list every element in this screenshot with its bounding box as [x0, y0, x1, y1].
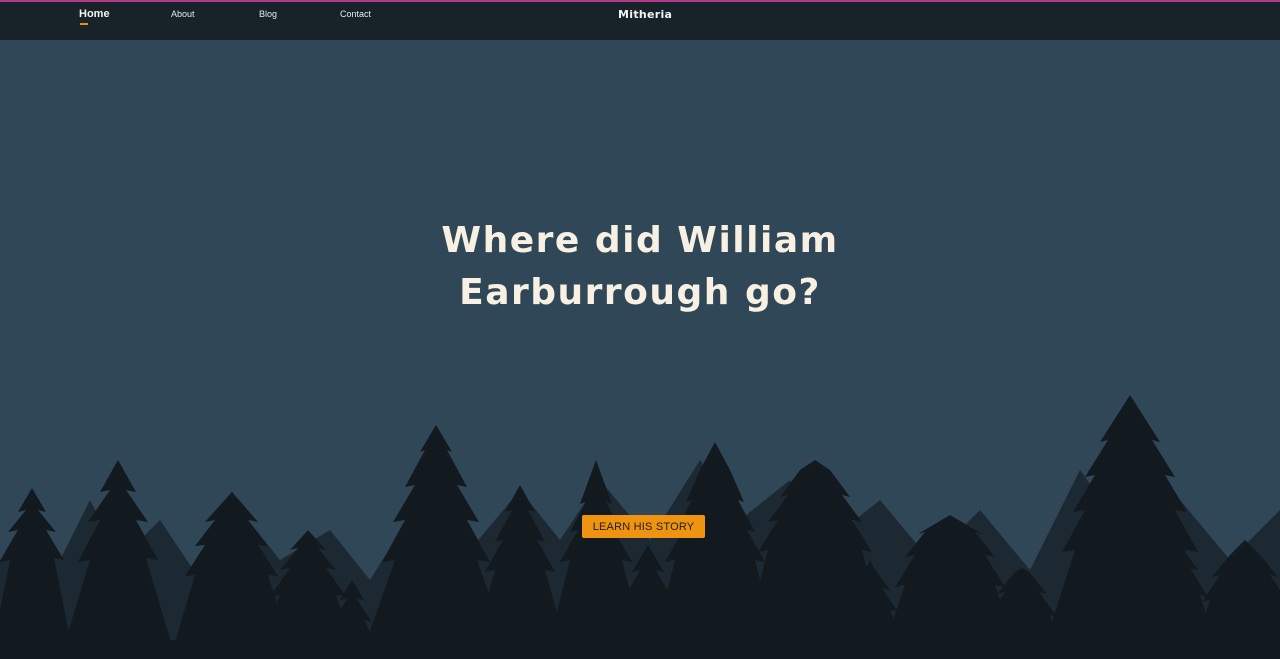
- hero-title-line-2: Earburrough go?: [459, 272, 821, 313]
- nav-link-about[interactable]: About: [171, 9, 195, 19]
- nav-link-home[interactable]: Home: [79, 8, 110, 20]
- hero-title-line-1: Where did William: [441, 220, 839, 261]
- brand-logo-text[interactable]: Mitheria: [618, 8, 672, 21]
- forest-silhouette: [0, 395, 1280, 659]
- navbar: Home About Blog Contact Mitheria: [0, 2, 1280, 40]
- nav-link-contact[interactable]: Contact: [340, 9, 371, 19]
- nav-link-blog[interactable]: Blog: [259, 9, 277, 19]
- hero-section: Where did William Earburrough go? LEARN …: [0, 40, 1280, 659]
- active-nav-indicator: [80, 23, 88, 25]
- hero-title: Where did William Earburrough go?: [340, 215, 940, 319]
- learn-his-story-button[interactable]: LEARN HIS STORY: [582, 515, 705, 538]
